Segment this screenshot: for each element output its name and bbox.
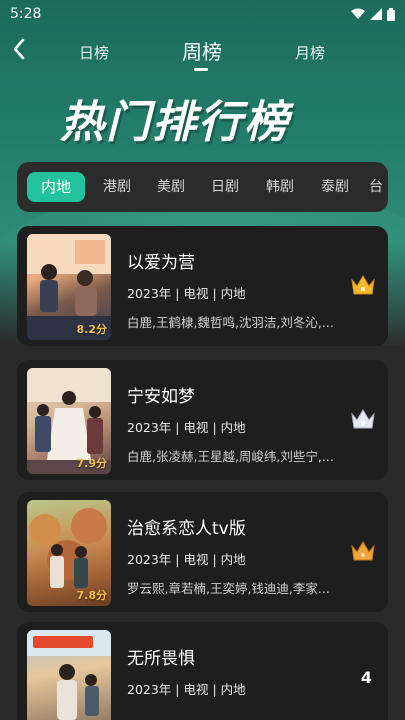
active-tab-indicator <box>194 68 208 71</box>
region-tab-th[interactable]: 泰剧 <box>315 172 355 202</box>
list-item[interactable]: 7.8分 治愈系恋人tv版 2023年 | 电视 | 内地 罗云熙,章若楠,王奕… <box>17 492 388 612</box>
drama-meta: 2023年 | 电视 | 内地 <box>127 286 246 301</box>
drama-cast: 白鹿,张凌赫,王星越,周峻纬,刘些宁,... <box>127 449 334 464</box>
drama-cast: 罗云熙,章若楠,王奕婷,钱迪迪,李家... <box>127 581 330 596</box>
top-nav: 日榜 周榜 月榜 <box>0 34 405 74</box>
page-title: 热门排行榜 <box>60 97 290 148</box>
status-icons <box>351 7 395 21</box>
tab-weekly[interactable]: 周榜 <box>182 36 222 65</box>
drama-meta: 2023年 | 电视 | 内地 <box>127 552 246 567</box>
list-item[interactable]: 7.9分 宁安如梦 2023年 | 电视 | 内地 白鹿,张凌赫,王星越,周峻纬… <box>17 360 388 480</box>
score-badge: 8.2分 <box>76 323 108 336</box>
region-filter-bar: 内地 港剧 美剧 日剧 韩剧 泰剧 台 <box>17 162 388 212</box>
back-icon[interactable] <box>12 38 34 66</box>
drama-cast: 白鹿,王鹤棣,魏哲鸣,沈羽洁,刘冬沁,... <box>127 315 334 330</box>
region-tab-us[interactable]: 美剧 <box>151 172 191 202</box>
region-tab-jp[interactable]: 日剧 <box>205 172 245 202</box>
bronze-crown-icon <box>351 541 375 561</box>
tab-monthly[interactable]: 月榜 <box>295 42 325 63</box>
poster-image <box>27 630 111 720</box>
silver-crown-icon <box>351 409 375 429</box>
region-tab-hk[interactable]: 港剧 <box>97 172 137 202</box>
drama-title: 以爱为营 <box>127 253 195 273</box>
drama-title: 无所畏惧 <box>127 649 195 669</box>
signal-icon <box>370 8 382 20</box>
gold-crown-icon <box>351 275 375 295</box>
drama-title: 治愈系恋人tv版 <box>127 519 246 539</box>
poster-image: 7.9分 <box>27 368 111 474</box>
poster-image: 8.2分 <box>27 234 111 340</box>
battery-icon <box>387 7 395 21</box>
region-tab-tw[interactable]: 台 <box>369 172 388 202</box>
wifi-icon <box>351 8 365 19</box>
tab-daily[interactable]: 日榜 <box>79 42 109 63</box>
list-item[interactable]: 无所畏惧 2023年 | 电视 | 内地 4 <box>17 622 388 720</box>
region-tab-mainland[interactable]: 内地 <box>27 172 85 202</box>
score-badge: 7.9分 <box>76 457 108 470</box>
drama-meta: 2023年 | 电视 | 内地 <box>127 420 246 435</box>
drama-title: 宁安如梦 <box>127 387 195 407</box>
status-bar: 5:28 <box>0 0 405 28</box>
region-tab-kr[interactable]: 韩剧 <box>260 172 300 202</box>
rank-number: 4 <box>360 668 372 687</box>
list-item[interactable]: 8.2分 以爱为营 2023年 | 电视 | 内地 白鹿,王鹤棣,魏哲鸣,沈羽洁… <box>17 226 388 346</box>
drama-meta: 2023年 | 电视 | 内地 <box>127 682 246 697</box>
status-time: 5:28 <box>10 6 42 22</box>
score-badge: 7.8分 <box>76 589 108 602</box>
poster-image: 7.8分 <box>27 500 111 606</box>
